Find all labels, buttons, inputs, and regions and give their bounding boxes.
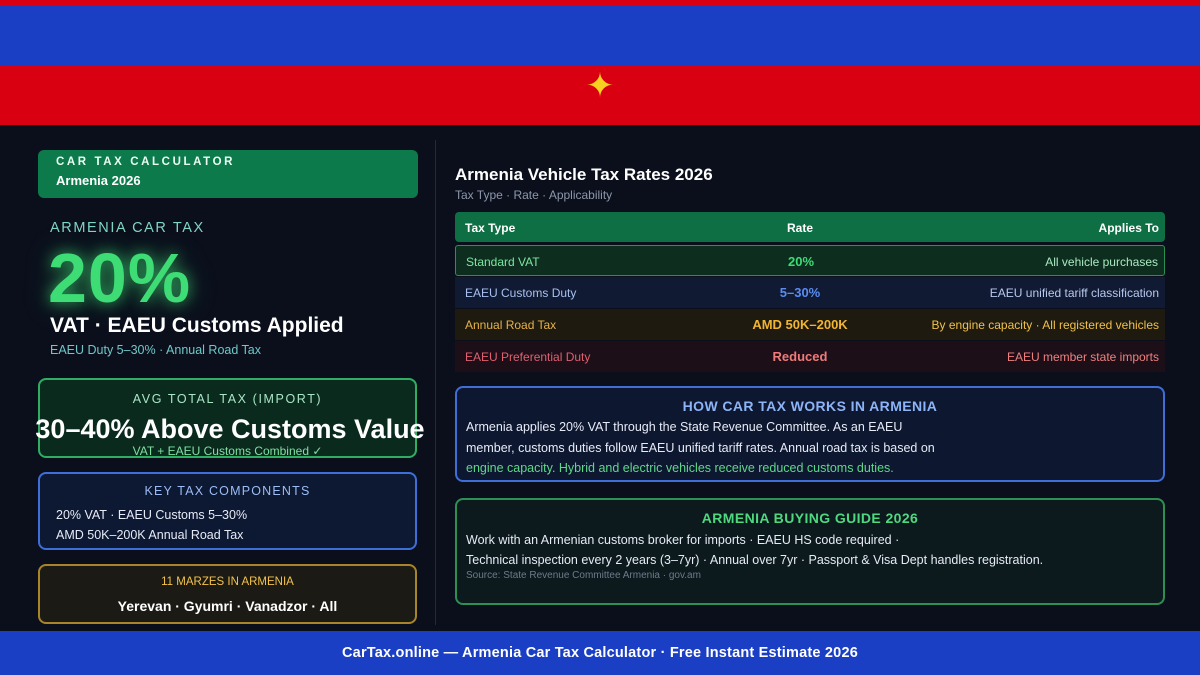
applies-to-cell: EAEU unified tariff classification bbox=[989, 286, 1159, 300]
avg-total-tax-value: 30–40% Above Customs Value bbox=[35, 414, 425, 444]
calculator-badge: CAR TAX CALCULATOR Armenia 2026 bbox=[38, 150, 418, 198]
tax-type-cell: Annual Road Tax bbox=[465, 318, 557, 332]
applies-to-cell: EAEU member state imports bbox=[1006, 350, 1159, 364]
how-text-highlight: engine capacity. Hybrid and electric veh… bbox=[466, 461, 894, 475]
how-text: member, customs duties follow EAEU unifi… bbox=[466, 441, 935, 455]
key-tax-components-card: KEY TAX COMPONENTS 20% VAT · EAEU Custom… bbox=[38, 472, 417, 550]
key-components-line: AMD 50K–200K Annual Road Tax bbox=[56, 528, 244, 542]
footer-text: CarTax.online — Armenia Car Tax Calculat… bbox=[342, 645, 858, 661]
table-row: Standard VAT 20% All vehicle purchases bbox=[455, 245, 1165, 276]
how-car-tax-works-card: HOW CAR TAX WORKS IN ARMENIA Armenia app… bbox=[455, 386, 1165, 482]
badge-subtitle: Armenia 2026 bbox=[56, 173, 141, 188]
rates-table-header: Tax Type Rate Applies To bbox=[455, 212, 1165, 242]
guide-text: Work with an Armenian customs broker for… bbox=[466, 533, 900, 547]
applies-to-cell: All vehicle purchases bbox=[1045, 255, 1158, 269]
table-row: EAEU Preferential Duty Reduced EAEU memb… bbox=[455, 341, 1165, 372]
flag-stripe-blue bbox=[0, 5, 1200, 65]
guide-text: Technical inspection every 2 years (3–7y… bbox=[466, 553, 1044, 567]
tax-type-cell: EAEU Customs Duty bbox=[465, 286, 577, 300]
marzes-card: 11 MARZES IN ARMENIA Yerevan · Gyumri · … bbox=[38, 564, 417, 624]
avg-total-tax-label: AVG TOTAL TAX (IMPORT) bbox=[132, 392, 323, 406]
key-components-line: 20% VAT · EAEU Customs 5–30% bbox=[56, 508, 248, 522]
column-header-rate: Rate bbox=[786, 221, 813, 235]
buying-guide-card: ARMENIA BUYING GUIDE 2026 Work with an A… bbox=[455, 498, 1165, 605]
column-divider bbox=[435, 140, 436, 625]
rate-cell: 5–30% bbox=[779, 285, 821, 300]
four-point-star-icon: ✦ bbox=[585, 66, 615, 106]
avg-total-tax-card: AVG TOTAL TAX (IMPORT) 30–40% Above Cust… bbox=[35, 378, 425, 458]
guide-source: Source: State Revenue Committee Armenia … bbox=[466, 570, 701, 581]
key-components-label: KEY TAX COMPONENTS bbox=[144, 484, 311, 498]
how-text: Armenia applies 20% VAT through the Stat… bbox=[466, 420, 903, 434]
column-header-applies-to: Applies To bbox=[1098, 221, 1159, 235]
applies-to-cell: By engine capacity · All registered vehi… bbox=[931, 318, 1159, 332]
badge-title: CAR TAX CALCULATOR bbox=[56, 156, 236, 168]
table-row: EAEU Customs Duty 5–30% EAEU unified tar… bbox=[455, 277, 1165, 308]
rate-cell: 20% bbox=[787, 254, 815, 269]
avg-total-tax-note: VAT + EAEU Customs Combined ✓ bbox=[132, 444, 323, 458]
hero-label: ARMENIA CAR TAX bbox=[50, 220, 205, 236]
rates-subtitle: Tax Type · Rate · Applicability bbox=[455, 188, 613, 202]
guide-title: ARMENIA BUYING GUIDE 2026 bbox=[701, 510, 919, 526]
rates-title: Armenia Vehicle Tax Rates 2026 bbox=[455, 165, 713, 184]
how-title: HOW CAR TAX WORKS IN ARMENIA bbox=[682, 398, 938, 414]
marzes-cities: Yerevan · Gyumri · Vanadzor · All bbox=[117, 598, 338, 614]
rate-cell: Reduced bbox=[772, 349, 828, 364]
column-header-tax-type: Tax Type bbox=[465, 221, 516, 235]
hero-headline: VAT · EAEU Customs Applied bbox=[50, 314, 344, 337]
table-row: Annual Road Tax AMD 50K–200K By engine c… bbox=[455, 309, 1165, 340]
hero-subtext: EAEU Duty 5–30% · Annual Road Tax bbox=[50, 343, 262, 357]
footer-bar: CarTax.online — Armenia Car Tax Calculat… bbox=[0, 631, 1200, 675]
hero-rate: 20% bbox=[48, 239, 192, 317]
tax-type-cell: Standard VAT bbox=[466, 255, 540, 269]
rate-cell: AMD 50K–200K bbox=[752, 317, 848, 332]
marzes-label: 11 MARZES IN ARMENIA bbox=[161, 576, 294, 588]
tax-type-cell: EAEU Preferential Duty bbox=[465, 350, 591, 364]
